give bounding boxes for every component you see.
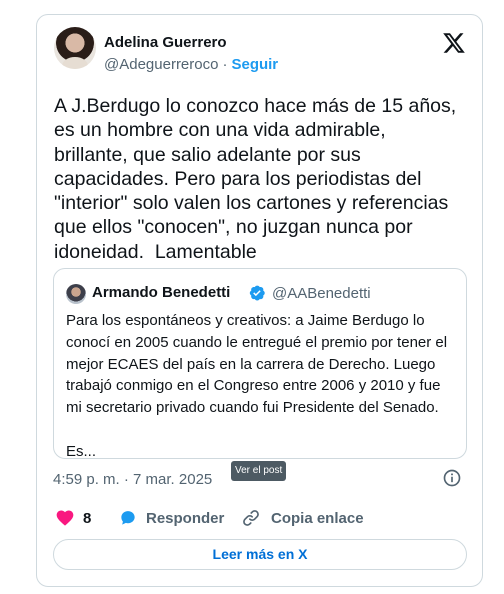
reply-button[interactable]: Responder: [118, 508, 224, 528]
view-post-tooltip: Ver el post: [231, 461, 287, 481]
author-handle[interactable]: @Adeguerreroco: [104, 56, 218, 73]
heart-icon: [56, 510, 74, 526]
action-bar: 8 Responder Copia enlace: [53, 508, 453, 530]
verified-badge-icon: [249, 285, 265, 301]
read-more-button[interactable]: Leer más en X: [53, 539, 467, 570]
info-icon[interactable]: [442, 468, 462, 488]
quoted-tweet-text: Para los espontáneos y creativos: a Jaim…: [66, 312, 448, 460]
reply-label: Responder: [146, 509, 225, 527]
follow-button[interactable]: Seguir: [231, 56, 278, 73]
author-handle-row: @Adeguerreroco · Seguir: [104, 56, 278, 73]
quoted-author-handle: @AABenedetti: [272, 285, 371, 302]
tweet-text: A J.Berdugo lo conozco hace más de 15 añ…: [54, 95, 457, 263]
x-logo-icon[interactable]: [442, 31, 466, 55]
tweet-timestamp[interactable]: 4:59 p. m. · 7 mar. 2025: [53, 471, 212, 488]
like-button[interactable]: 8: [55, 508, 91, 528]
like-count: 8: [83, 509, 92, 527]
copy-link-button[interactable]: Copia enlace: [241, 508, 364, 528]
speech-bubble-icon: [121, 511, 135, 525]
tweet-card: Adelina Guerrero @Adeguerreroco · Seguir…: [36, 14, 483, 587]
quoted-tweet[interactable]: Armando Benedetti @AABenedetti Para los …: [53, 268, 467, 460]
quoted-author-avatar: [66, 284, 86, 304]
quoted-author-name: Armando Benedetti: [92, 284, 231, 301]
copy-link-label: Copia enlace: [271, 509, 364, 527]
author-avatar[interactable]: [54, 27, 96, 69]
separator-dot: ·: [222, 56, 228, 73]
link-icon: [243, 510, 259, 526]
author-name[interactable]: Adelina Guerrero: [104, 34, 227, 51]
